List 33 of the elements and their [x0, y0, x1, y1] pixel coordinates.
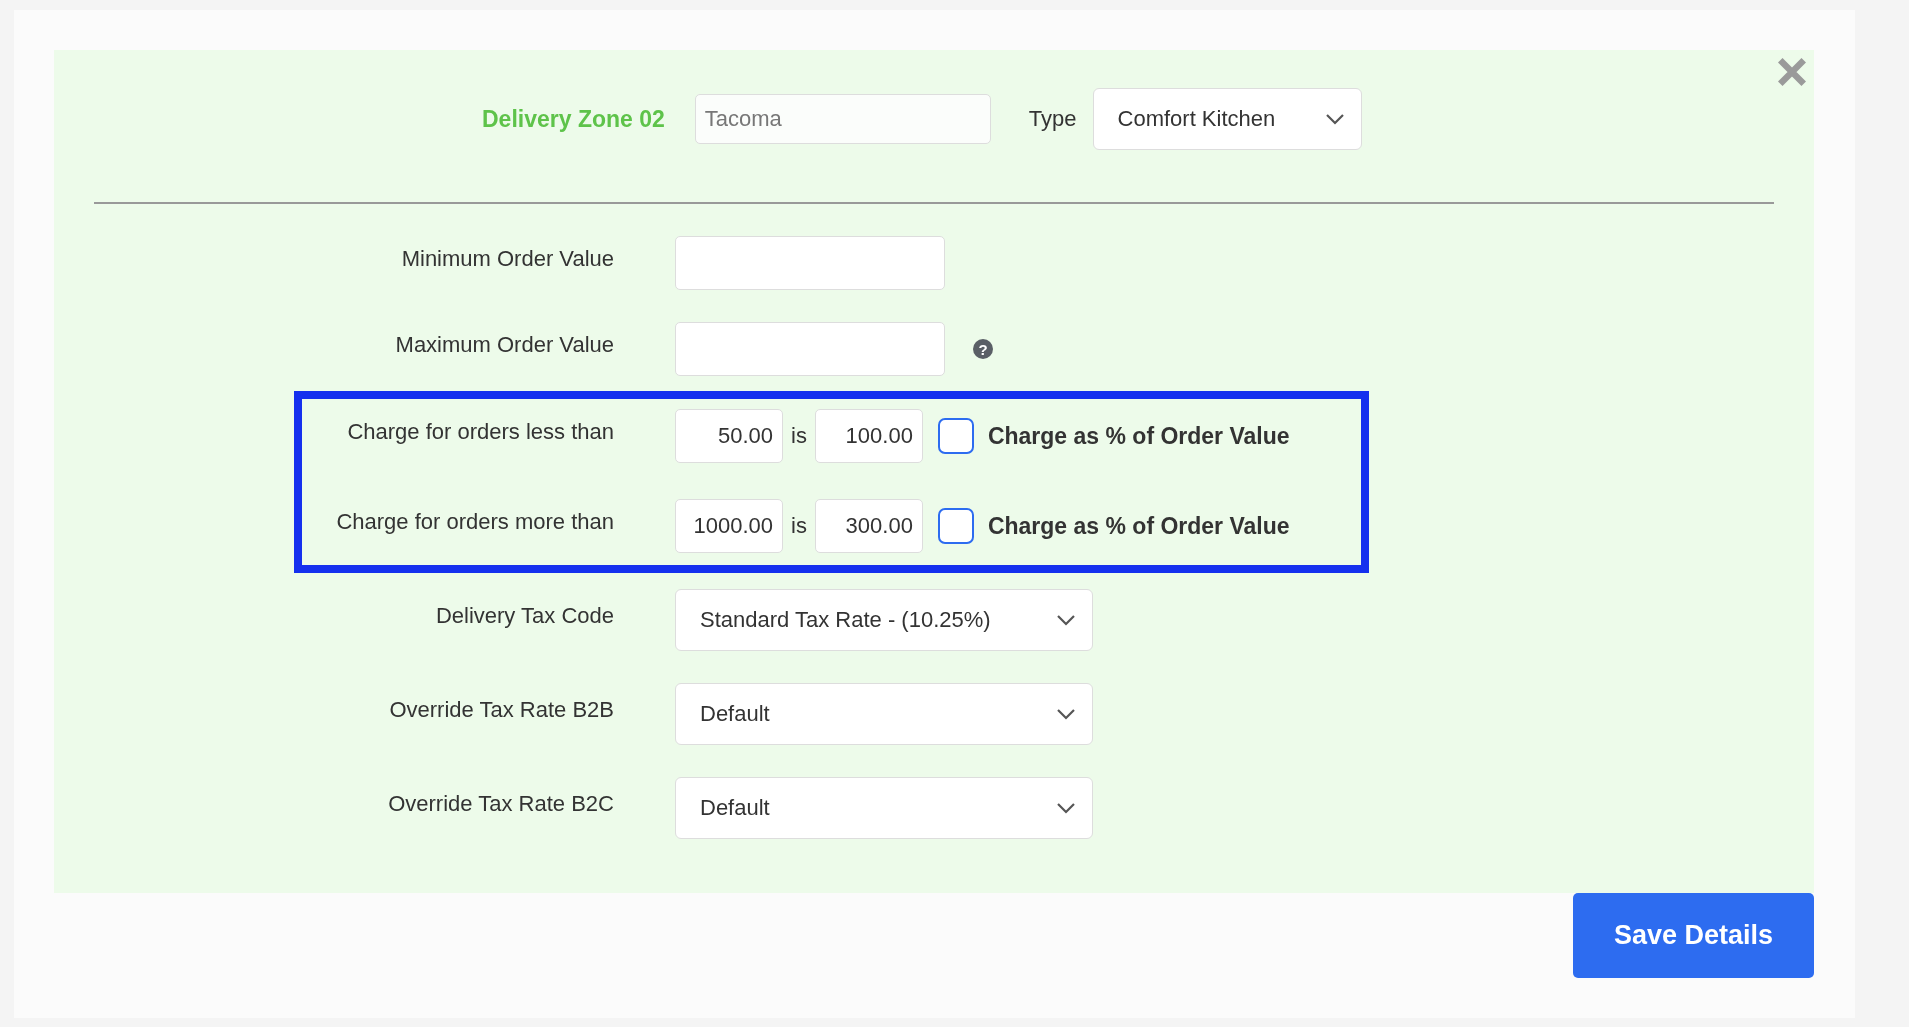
zone-name-field[interactable]: Tacoma — [694, 94, 991, 144]
checkbox-label: Charge as % of Order Value — [987, 512, 1290, 540]
tax-dropdown[interactable]: Default — [675, 683, 1093, 745]
type-dropdown[interactable]: Comfort Kitchen — [1092, 88, 1362, 150]
charge-field[interactable]: 300.00 — [814, 499, 923, 553]
chevron-icon — [1324, 113, 1345, 125]
is-label: is — [791, 513, 807, 539]
threshold-field[interactable]: 50.00 — [675, 409, 783, 463]
tax-dropdown[interactable]: Standard Tax Rate - (10.25%) — [675, 589, 1093, 651]
chevron-icon — [1056, 708, 1076, 720]
field-label: Override Tax Rate B2B — [388, 697, 614, 724]
chevron-icon — [1056, 802, 1076, 814]
tax-dropdown[interactable]: Default — [675, 777, 1093, 839]
field-label: Charge for orders less than — [346, 419, 614, 446]
value-field[interactable] — [675, 236, 945, 290]
value-field[interactable] — [675, 322, 945, 376]
close-icon[interactable] — [1776, 56, 1808, 88]
checkbox-label: Charge as % of Order Value — [987, 422, 1290, 450]
save-button[interactable]: Save Details — [1573, 893, 1814, 978]
field-label: Delivery Tax Code — [434, 603, 614, 630]
field-label: Minimum Order Value — [400, 246, 614, 273]
type-label: Type — [1028, 106, 1077, 132]
checkbox[interactable] — [937, 418, 974, 454]
field-label: Override Tax Rate B2C — [387, 791, 614, 818]
chevron-icon — [1056, 614, 1076, 626]
threshold-field[interactable]: 1000.00 — [675, 499, 783, 553]
is-label: is — [791, 423, 807, 449]
zone-title: Delivery Zone 02 — [482, 105, 665, 133]
field-label: Maximum Order Value — [394, 332, 614, 359]
checkbox[interactable] — [937, 508, 974, 544]
field-label: Charge for orders more than — [335, 509, 614, 536]
help-icon[interactable]: ? — [973, 339, 993, 359]
charge-field[interactable]: 100.00 — [814, 409, 923, 463]
